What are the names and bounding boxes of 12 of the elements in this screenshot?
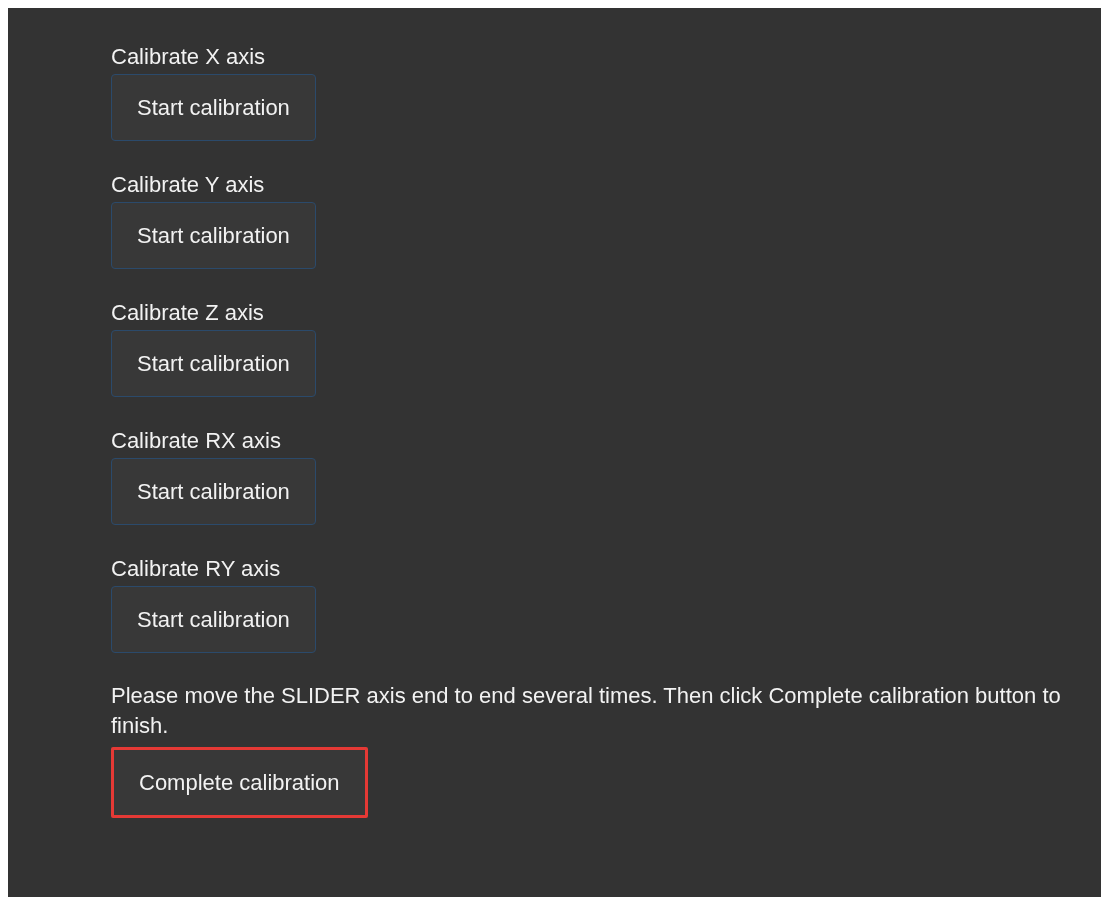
start-calibration-button[interactable]: Start calibration	[111, 458, 316, 525]
axis-label: Calibrate X axis	[111, 44, 267, 70]
axis-label: Calibrate RX axis	[111, 428, 282, 454]
start-calibration-button[interactable]: Start calibration	[111, 330, 316, 397]
start-calibration-button[interactable]: Start calibration	[111, 74, 316, 141]
axis-label: Calibrate RY axis	[111, 556, 282, 582]
axis-label: Calibrate Z axis	[111, 300, 265, 326]
start-calibration-button[interactable]: Start calibration	[111, 202, 316, 269]
instruction-text: Please move the SLIDER axis end to end several times. Then click Complete calibration button to finish.	[111, 682, 1062, 740]
complete-calibration-button[interactable]: Complete calibration	[111, 747, 368, 818]
axis-label: Calibrate Y axis	[111, 172, 266, 198]
start-calibration-button[interactable]: Start calibration	[111, 586, 316, 653]
